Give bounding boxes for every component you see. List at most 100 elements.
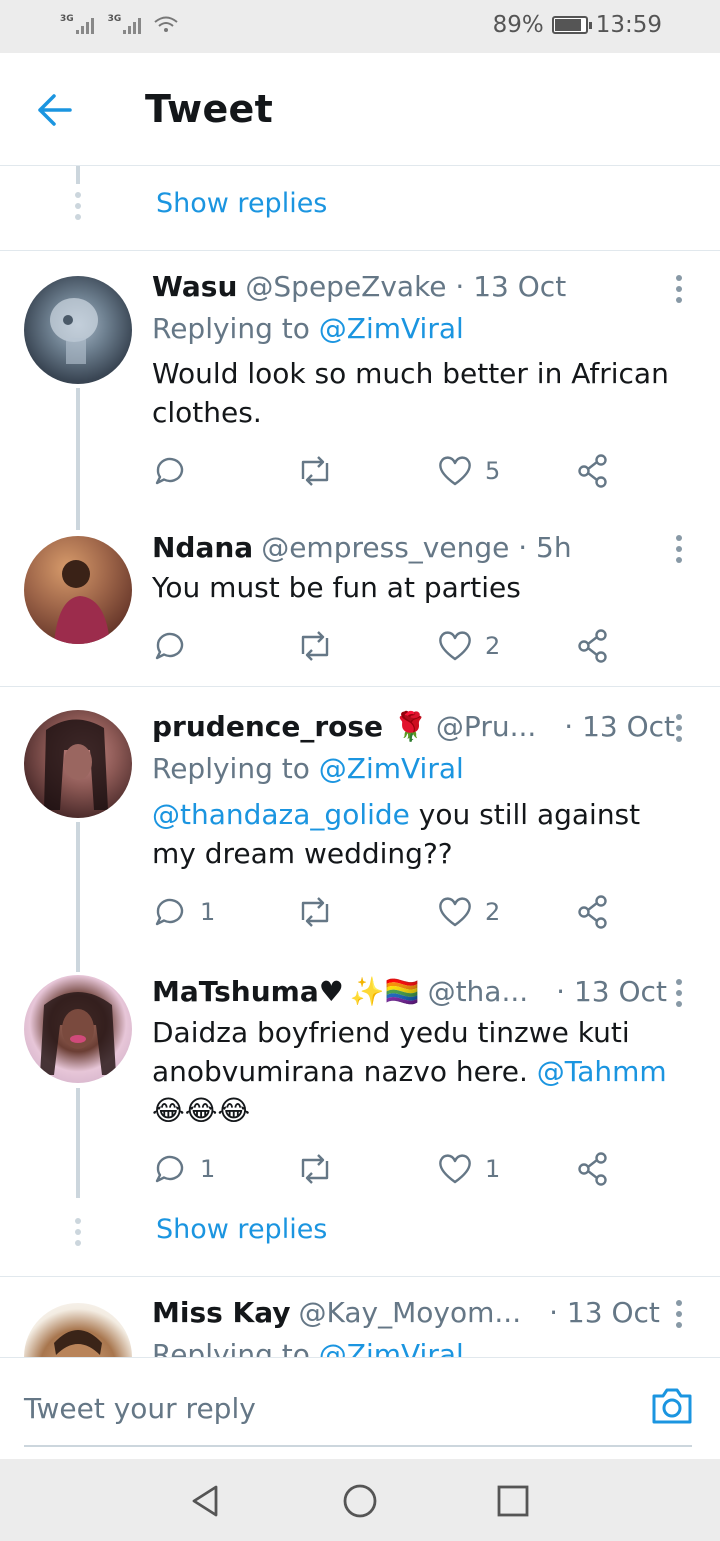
share-button[interactable]	[577, 451, 611, 491]
more-options-icon[interactable]	[674, 1300, 684, 1333]
tweet-text: Daidza boyfriend yedu tinzwe kuti anobvu…	[152, 1013, 692, 1130]
thread-line	[76, 388, 80, 530]
avatar[interactable]	[24, 1303, 132, 1357]
thread-dots	[74, 192, 82, 225]
share-button[interactable]	[577, 626, 611, 666]
person-photo-icon	[54, 1330, 102, 1357]
handle[interactable]: @Pru...	[436, 710, 536, 743]
share-button[interactable]	[577, 892, 611, 932]
like-button[interactable]: 1	[437, 1149, 500, 1189]
share-icon	[578, 895, 607, 929]
tweet-text: @thandaza_golide you still against my dr…	[152, 795, 692, 873]
reply-count: 1	[200, 898, 216, 926]
thread-dots	[74, 1218, 82, 1251]
display-name[interactable]: Miss Kay	[152, 1296, 291, 1329]
timestamp: 13 Oct	[566, 1296, 660, 1329]
replying-mention[interactable]: @ZimViral	[319, 312, 464, 345]
reply-button[interactable]	[152, 626, 188, 666]
more-options-icon[interactable]	[674, 275, 684, 308]
triangle-back-icon[interactable]	[188, 1483, 224, 1519]
reply-input[interactable]: Tweet your reply	[24, 1392, 256, 1425]
text-mention[interactable]: @thandaza_golide	[152, 798, 410, 831]
replying-mention[interactable]: @ZimViral	[319, 752, 464, 785]
arrow-left-icon[interactable]	[34, 90, 74, 130]
show-replies-link[interactable]: Show replies	[156, 188, 327, 219]
tweet-actions: 5	[152, 451, 622, 491]
show-replies-link[interactable]: Show replies	[156, 1214, 327, 1245]
tweet-miss-kay[interactable]: Miss Kay @Kay_Moyom... · 13 Oct Replying…	[0, 1277, 720, 1357]
replying-label: Replying to	[152, 752, 310, 785]
like-count: 2	[485, 898, 501, 926]
display-name[interactable]: Wasu	[152, 270, 237, 303]
handle[interactable]: @empress_venge	[261, 531, 509, 564]
person-photo-icon	[44, 719, 108, 810]
reply-button[interactable]: 1	[152, 1149, 215, 1189]
like-button[interactable]: 5	[437, 451, 500, 491]
tweet-header: Ndana @empress_venge · 5h	[152, 531, 660, 564]
separator: ·	[549, 1296, 567, 1329]
retweet-button[interactable]	[295, 626, 335, 666]
like-button[interactable]: 2	[437, 626, 500, 666]
clock: 13:59	[595, 12, 662, 38]
signal-indicators: 3G 3G	[60, 14, 179, 34]
handle[interactable]: @Kay_Moyom...	[299, 1296, 522, 1329]
tweet-header: Miss Kay @Kay_Moyom... · 13 Oct	[152, 1296, 660, 1329]
replying-mention[interactable]: @ZimViral	[319, 1338, 464, 1357]
status-right: 89% 13:59	[493, 12, 662, 38]
like-count: 5	[485, 457, 501, 485]
tweet-header: Wasu @SpepeZvake · 13 Oct	[152, 270, 660, 303]
handle[interactable]: @tha...	[428, 975, 529, 1008]
tweet-actions: 2	[152, 626, 622, 666]
tweet-text: You must be fun at parties	[152, 571, 521, 604]
display-name[interactable]: MaTshuma♥	[152, 975, 344, 1008]
reply-button[interactable]	[152, 451, 188, 491]
display-name[interactable]: Ndana	[152, 531, 253, 564]
display-name[interactable]: prudence_rose	[152, 710, 383, 743]
like-count: 1	[485, 1155, 501, 1183]
wifi-icon	[154, 16, 178, 32]
heart-icon	[439, 897, 471, 927]
share-button[interactable]	[577, 1149, 611, 1189]
more-options-icon[interactable]	[674, 979, 684, 1012]
separator: ·	[556, 975, 574, 1008]
signal-icon	[75, 18, 94, 34]
speech-bubble-icon	[155, 1155, 184, 1183]
retweet-button[interactable]	[295, 1149, 335, 1189]
network-type-2: 3G	[107, 14, 122, 24]
more-options-icon[interactable]	[674, 535, 684, 568]
retweet-button[interactable]	[295, 892, 335, 932]
avatar[interactable]	[24, 276, 132, 384]
replying-to: Replying to @ZimViral	[152, 1338, 464, 1357]
circle-home-icon[interactable]	[342, 1483, 378, 1519]
replying-label: Replying to	[152, 312, 310, 345]
text-mention[interactable]: @Tahmm	[537, 1055, 667, 1088]
avatar[interactable]	[24, 710, 132, 818]
app-bar: Tweet	[0, 53, 720, 166]
timestamp: 13 Oct	[473, 270, 567, 303]
divider	[0, 686, 720, 687]
separator: ·	[564, 710, 583, 743]
name-emoji: ✨🏳️‍🌈	[349, 975, 420, 1008]
speech-bubble-icon	[155, 898, 184, 926]
square-recents-icon[interactable]	[495, 1483, 531, 1519]
reply-button[interactable]: 1	[152, 892, 215, 932]
divider	[0, 250, 720, 251]
like-button[interactable]: 2	[437, 892, 500, 932]
heart-icon	[439, 1154, 471, 1184]
reply-composer: Tweet your reply	[0, 1357, 720, 1459]
retweet-icon	[301, 456, 329, 486]
speech-bubble-icon	[155, 632, 184, 660]
retweet-icon	[301, 1154, 329, 1184]
avatar[interactable]	[24, 536, 132, 644]
handle[interactable]: @SpepeZvake	[245, 270, 446, 303]
retweet-button[interactable]	[295, 451, 335, 491]
xray-skull-icon	[50, 298, 98, 364]
like-count: 2	[485, 632, 501, 660]
avatar[interactable]	[24, 975, 132, 1083]
speech-bubble-icon	[155, 457, 184, 485]
battery-fill	[554, 19, 582, 31]
text-emoji: 😂😂😂	[152, 1094, 251, 1127]
camera-icon[interactable]	[650, 1386, 694, 1426]
person-photo-icon	[54, 560, 110, 644]
more-options-icon[interactable]	[674, 714, 684, 747]
